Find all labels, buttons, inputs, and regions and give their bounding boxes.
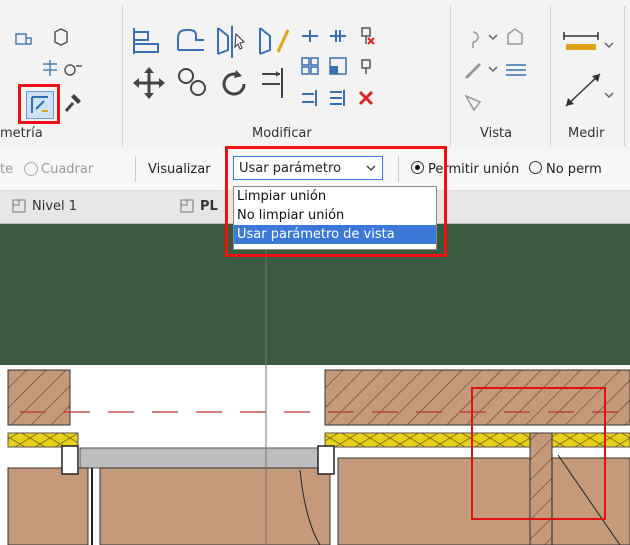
wall-upper-right: [324, 369, 630, 426]
cuadrar-radio[interactable]: [24, 162, 38, 176]
group-label-vista: Vista: [480, 126, 513, 141]
wall-lower-middle: [99, 467, 331, 545]
measure-icon[interactable]: [562, 70, 604, 110]
override-graphics-icon[interactable]: [504, 26, 526, 48]
wall-lower-left: [7, 467, 89, 545]
thin-lines-icon[interactable]: [504, 60, 528, 80]
paint-icon[interactable]: [62, 60, 84, 80]
frame-left: [61, 445, 79, 475]
group-divider: [450, 6, 451, 146]
scale-icon[interactable]: [328, 56, 348, 76]
tab-nivel-1[interactable]: Nivel 1: [0, 191, 165, 223]
trim-corner-icon[interactable]: [328, 88, 348, 108]
mirror-draw-axis-icon[interactable]: [256, 24, 292, 58]
chevron-down-icon[interactable]: [604, 40, 614, 50]
group-label-medir: Medir: [568, 126, 605, 141]
cuadrar-label: Cuadrar: [41, 162, 94, 177]
cope-icon[interactable]: [14, 30, 34, 48]
rotate-icon[interactable]: [216, 66, 252, 102]
group-divider: [122, 6, 123, 146]
cut-label: te: [0, 162, 14, 177]
chevron-down-icon[interactable]: [604, 90, 614, 100]
floor-plan-icon: [180, 199, 194, 213]
array-icon[interactable]: [300, 56, 320, 76]
ribbon: metría Modificar Vista Medir: [0, 0, 630, 151]
move-icon[interactable]: [132, 66, 166, 100]
insulation-left: [7, 432, 79, 448]
split-gap-icon[interactable]: [328, 28, 348, 44]
hammer-icon[interactable]: [62, 90, 86, 114]
unpin-icon[interactable]: [356, 58, 376, 76]
visualizar-label: Visualizar: [148, 162, 211, 177]
drawing-canvas[interactable]: [0, 224, 630, 545]
trim-multiple-icon[interactable]: [300, 88, 320, 108]
t-junction-wall: [529, 432, 553, 545]
aligned-dimension-icon[interactable]: [562, 28, 602, 52]
chevron-down-icon[interactable]: [488, 32, 498, 42]
mirror-pick-axis-icon[interactable]: [214, 24, 250, 58]
highlight-dropdown-box: [225, 146, 447, 257]
offset-icon[interactable]: [172, 24, 208, 54]
pin-icon[interactable]: [356, 26, 376, 46]
delete-icon[interactable]: [356, 88, 376, 108]
group-divider: [550, 6, 551, 146]
tab-label: Nivel 1: [32, 199, 78, 214]
linework-icon[interactable]: [462, 60, 484, 82]
wall-joins-icon: [31, 96, 48, 113]
wall-upper-left: [7, 369, 71, 426]
opening-sill: [79, 447, 323, 469]
group-divider: [624, 6, 625, 146]
option-divider: [135, 156, 136, 182]
chevron-down-icon[interactable]: [488, 64, 498, 74]
no-permitir-union-radio[interactable]: [529, 161, 542, 174]
no-permitir-union-label: No perm: [546, 162, 602, 177]
wall-lower-right: [337, 457, 630, 545]
floor-plan-icon: [12, 199, 26, 213]
frame-right: [317, 445, 335, 475]
split-face-icon[interactable]: [40, 58, 60, 78]
align-icon[interactable]: [130, 26, 164, 56]
copy-icon[interactable]: [176, 66, 210, 100]
hide-element-icon[interactable]: [462, 28, 484, 50]
group-label-modificar: Modificar: [252, 126, 312, 141]
tab-label: PL: [200, 199, 218, 214]
trim-extend-icon[interactable]: [258, 64, 292, 100]
cut-profile-icon[interactable]: [462, 92, 484, 114]
group-label-geometria: metría: [0, 126, 43, 141]
wall-joins-button[interactable]: [26, 91, 54, 119]
shape-icon[interactable]: [52, 28, 70, 48]
split-element-icon[interactable]: [300, 28, 320, 44]
insulation-right: [324, 432, 630, 448]
